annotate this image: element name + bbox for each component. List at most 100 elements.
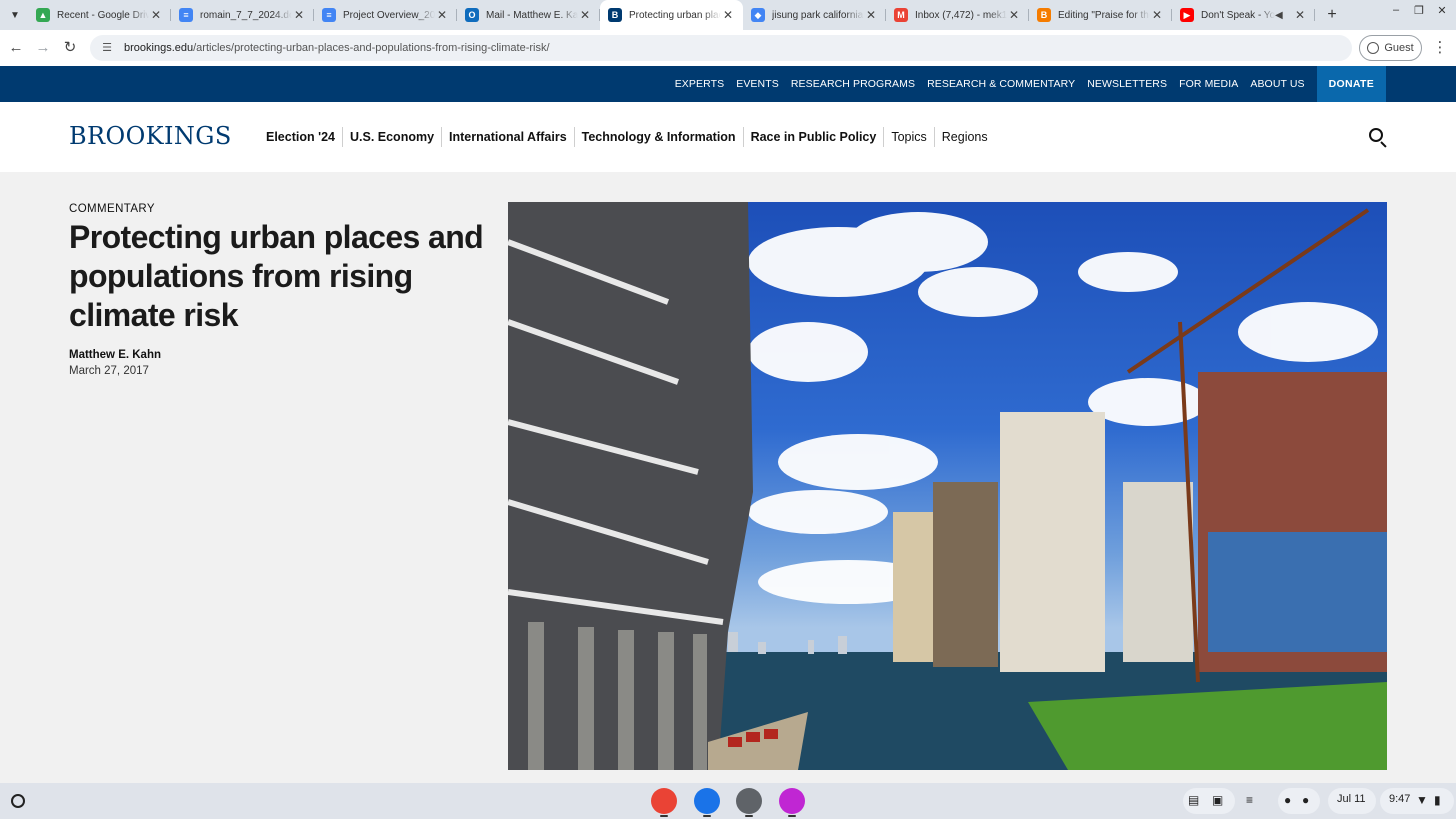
browser-tab[interactable]: B Editing "Praise for the ✕	[1029, 0, 1172, 30]
blogger-icon: B	[1037, 8, 1051, 22]
browser-tab[interactable]: M Inbox (7,472) - mek19 ✕	[886, 0, 1029, 30]
close-tab-icon[interactable]: ✕	[1293, 8, 1307, 22]
article-date: March 27, 2017	[69, 365, 149, 377]
app-running-indicator	[788, 815, 796, 817]
browser-tab[interactable]: ▶ Don't Speak - YouTube◀ ✕	[1172, 0, 1315, 30]
url-text: brookings.edu/articles/protecting-urban-…	[124, 42, 550, 54]
docs-icon: ≡	[322, 8, 336, 22]
tab-title: Editing "Praise for the	[1058, 9, 1150, 21]
network-status-icon: ●	[1302, 793, 1310, 807]
main-nav-link[interactable]: Race in Public Policy	[744, 127, 885, 147]
app-running-indicator	[745, 815, 753, 817]
drive-icon: ▲	[36, 8, 50, 22]
tab-title: Protecting urban places	[629, 9, 721, 21]
browser-tab[interactable]: B Protecting urban places✕	[600, 0, 743, 30]
tab-title: jisung park california	[772, 9, 864, 21]
profile-icon	[1367, 42, 1380, 54]
reload-button[interactable]: ↻	[60, 38, 80, 58]
search-icon[interactable]	[1367, 126, 1389, 148]
outlook-icon: O	[465, 8, 479, 22]
close-tab-icon[interactable]: ✕	[435, 8, 449, 22]
main-nav-link[interactable]: U.S. Economy	[343, 127, 443, 147]
back-button[interactable]: ←	[6, 38, 26, 58]
browser-tab[interactable]: ≡ romain_7_7_2024.docx✕	[171, 0, 314, 30]
tab-title: Mail - Matthew E. Kahn	[486, 9, 578, 21]
utility-link[interactable]: RESEARCH PROGRAMS	[791, 78, 915, 90]
browser-menu-icon[interactable]: ⋮	[1432, 38, 1448, 58]
profile-label: Guest	[1384, 42, 1414, 54]
main-nav-link[interactable]: Technology & Information	[575, 127, 744, 147]
main-nav: Election '24 U.S. Economy International Af…	[259, 126, 995, 148]
utility-link[interactable]: ABOUT US	[1250, 78, 1304, 90]
tab-title: Recent - Google Drive	[57, 9, 149, 21]
new-tab-button[interactable]: +	[1322, 5, 1342, 25]
restore-window-icon[interactable]: ❐	[1409, 4, 1429, 17]
site-info-icon[interactable]: ☰	[100, 41, 114, 55]
brookings-icon: B	[608, 8, 622, 22]
google-search-icon: ◆	[751, 8, 765, 22]
tab-list: ▲ Recent - Google Drive ✕ ≡ romain_7_7_2024.…	[28, 0, 1315, 30]
utility-link[interactable]: EVENTS	[736, 78, 779, 90]
utility-nav: EXPERTS EVENTS RESEARCH PROGRAMS RESEARCH &…	[663, 66, 1386, 102]
files-preview-icon: ▤	[1188, 793, 1200, 807]
close-tab-icon[interactable]: ✕	[864, 8, 878, 22]
close-tab-icon[interactable]: ✕	[578, 8, 592, 22]
close-tab-icon[interactable]: ✕	[1150, 8, 1164, 22]
main-nav-link[interactable]: Regions	[935, 127, 995, 147]
app-running-indicator	[660, 815, 668, 817]
youtube-icon: ▶	[1180, 8, 1194, 22]
utility-link[interactable]: NEWSLETTERS	[1087, 78, 1167, 90]
browser-tab[interactable]: ◆ jisung park california ✕	[743, 0, 886, 30]
shelf-date: Jul 11	[1337, 793, 1366, 805]
url-path: /articles/protecting-urban-places-and-po…	[193, 42, 550, 54]
address-bar[interactable]: ☰ brookings.edu/articles/protecting-urba…	[90, 35, 1352, 61]
article-title: Protecting urban places and populations …	[69, 219, 484, 333]
utility-link[interactable]: RESEARCH & COMMENTARY	[927, 78, 1075, 90]
main-nav-link[interactable]: Election '24	[259, 127, 343, 147]
launcher-icon[interactable]	[11, 794, 25, 808]
donate-button[interactable]: DONATE	[1316, 66, 1386, 102]
main-nav-link[interactable]: International Affairs	[442, 127, 575, 147]
close-tab-icon[interactable]: ✕	[1007, 8, 1021, 22]
utility-link[interactable]: FOR MEDIA	[1179, 78, 1238, 90]
close-tab-icon[interactable]: ✕	[721, 8, 735, 22]
browser-tab[interactable]: ≡ Project Overview_2024✕	[314, 0, 457, 30]
browser-tab[interactable]: ▲ Recent - Google Drive ✕	[28, 0, 171, 30]
city-skyline-photo	[508, 202, 1387, 770]
os-shelf: ▤ ▣ ≡ ● ● Jul 11 9:47 ▼ ▮	[0, 783, 1456, 819]
tab-title: Don't Speak - YouTube	[1201, 9, 1275, 21]
media-controls-icon[interactable]: ≡	[1246, 793, 1253, 807]
files-app-icon[interactable]	[694, 788, 720, 814]
app-running-indicator	[703, 815, 711, 817]
notification-icon: ●	[1284, 793, 1292, 807]
browser-tab[interactable]: O Mail - Matthew E. Kahn✕	[457, 0, 600, 30]
browser-tab-strip: ▼ ▲ Recent - Google Drive ✕ ≡ romain_7_7_202…	[0, 0, 1456, 30]
article-kicker[interactable]: COMMENTARY	[69, 203, 155, 215]
article-author[interactable]: Matthew E. Kahn	[69, 349, 161, 361]
site-utility-bar: EXPERTS EVENTS RESEARCH PROGRAMS RESEARCH &…	[0, 66, 1456, 102]
chrome-app-icon[interactable]	[651, 788, 677, 814]
settings-app-icon[interactable]	[736, 788, 762, 814]
screenshot-preview-icon: ▣	[1212, 793, 1224, 807]
audio-playing-icon[interactable]: ◀	[1275, 10, 1289, 21]
minimize-window-icon[interactable]: –	[1386, 4, 1406, 16]
tab-separator	[1314, 9, 1315, 21]
screencast-app-icon[interactable]	[779, 788, 805, 814]
tab-search-chevron-icon[interactable]: ▼	[5, 5, 25, 25]
brookings-logo[interactable]: BROOKINGS	[69, 122, 232, 150]
close-tab-icon[interactable]: ✕	[292, 8, 306, 22]
article-hero-image	[508, 202, 1387, 770]
docs-icon: ≡	[179, 8, 193, 22]
forward-button[interactable]: →	[33, 38, 53, 58]
profile-button[interactable]: Guest	[1359, 35, 1422, 61]
close-tab-icon[interactable]: ✕	[149, 8, 163, 22]
tab-title: Project Overview_2024	[343, 9, 435, 21]
battery-icon: ▮	[1434, 793, 1441, 807]
shelf-time: 9:47	[1389, 793, 1411, 805]
gmail-icon: M	[894, 8, 908, 22]
url-domain: brookings.edu	[124, 42, 194, 54]
main-nav-link[interactable]: Topics	[884, 127, 935, 147]
close-window-icon[interactable]: ✕	[1432, 4, 1452, 17]
site-header: BROOKINGS Election '24 U.S. Economy Intern…	[0, 102, 1456, 172]
utility-link[interactable]: EXPERTS	[675, 78, 725, 90]
